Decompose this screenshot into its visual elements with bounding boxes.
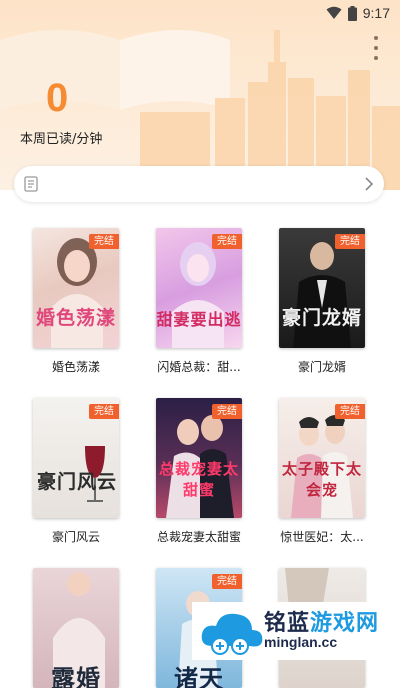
more-menu-button[interactable] [370,36,382,60]
book-cover: 豪门风云 完结 [33,398,119,518]
site-watermark: 铭蓝游戏网 minglan.cc [192,602,400,660]
cover-title-art: 露婚 [51,664,101,688]
completed-badge: 完结 [89,234,119,249]
chevron-right-icon [365,177,374,191]
book-cover: 总裁宠妻太甜蜜 完结 [156,398,242,518]
cover-title-art: 豪门龙婿 [281,307,362,329]
book-card[interactable]: 豪门龙婿 完结 豪门龙婿 [279,228,365,375]
wifi-icon [326,6,342,19]
more-dot-icon [374,36,378,40]
book-card[interactable]: 甜妻要出逃 完结 闪婚总裁：甜... [156,228,242,375]
cover-title-art: 总裁宠妻太甜蜜 [158,460,239,499]
completed-badge: 完结 [212,234,242,249]
book-cover: 露婚 [33,568,119,688]
cover-title-art: 豪门风云 [37,471,118,493]
more-dot-icon [374,56,378,60]
book-cover: 婚色荡漾 完结 [33,228,119,348]
completed-badge: 完结 [212,404,242,419]
status-time: 9:17 [362,5,390,21]
watermark-cn-part1: 铭蓝 [264,611,311,637]
book-title: 豪门龙婿 [297,360,346,374]
book-title: 豪门风云 [51,530,100,544]
cover-title-art: 太子殿下太会宠 [281,460,362,499]
completed-badge: 完结 [335,234,365,249]
book-title: 闪婚总裁：甜... [157,360,241,374]
watermark-en: minglan.cc [264,634,338,651]
weekly-read-value: 0 [46,76,69,120]
document-icon [24,176,38,192]
book-card[interactable]: 露婚 [33,568,119,688]
book-cover: 豪门龙婿 完结 [279,228,365,348]
watermark-cn-part2: 游戏网 [310,611,380,637]
cover-title-art: 诸天 [174,664,224,688]
completed-badge: 完结 [89,404,119,419]
book-title: 总裁宠妻太甜蜜 [156,530,241,544]
completed-badge: 完结 [335,404,365,419]
book-title: 婚色荡漾 [51,360,100,374]
more-dot-icon [374,46,378,50]
book-card[interactable]: 豪门风云 完结 豪门风云 [33,398,119,545]
book-card[interactable]: 太子殿下太会宠 完结 惊世医妃：太... [279,398,365,545]
weekly-read-label: 本周已读/分钟 [20,132,103,147]
status-bar: 9:17 [0,0,400,26]
book-title: 惊世医妃：太... [280,530,364,544]
book-cover: 甜妻要出逃 完结 [156,228,242,348]
cloud-logo-icon [201,613,263,655]
cover-title-art: 婚色荡漾 [35,307,116,329]
weekly-reading-stat: 0 本周已读/分钟 [20,78,102,147]
cover-title-art: 甜妻要出逃 [156,310,242,329]
book-cover: 太子殿下太会宠 完结 [279,398,365,518]
book-card[interactable]: 婚色荡漾 完结 婚色荡漾 [33,228,119,375]
book-card[interactable]: 总裁宠妻太甜蜜 完结 总裁宠妻太甜蜜 [156,398,242,545]
completed-badge: 完结 [212,574,242,589]
search-bar[interactable] [14,166,384,202]
battery-icon [347,5,357,21]
